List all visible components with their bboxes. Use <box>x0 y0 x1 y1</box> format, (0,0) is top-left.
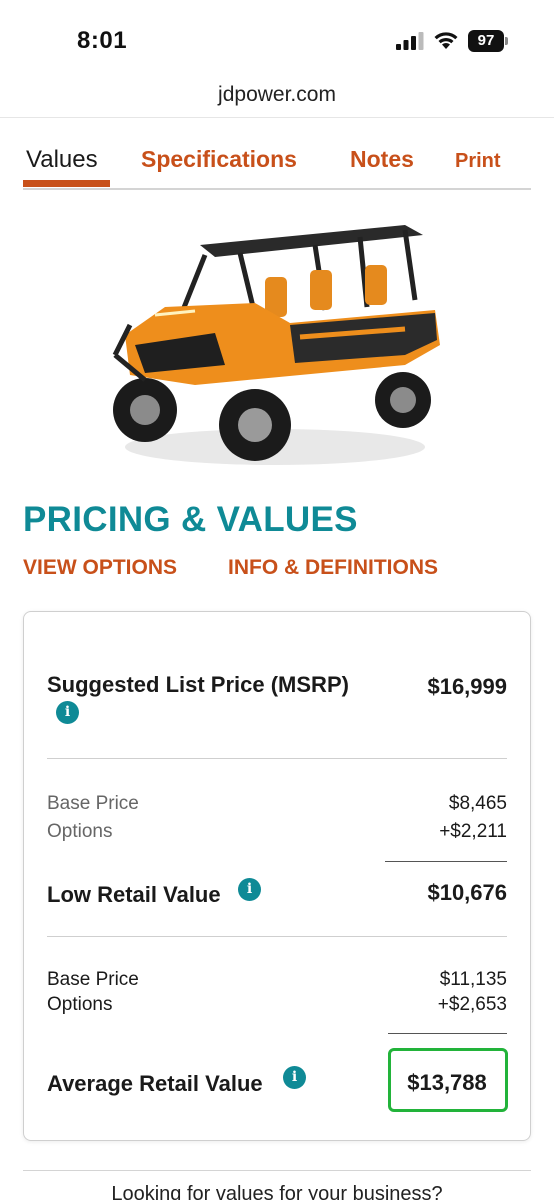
view-options-link[interactable]: VIEW OPTIONS <box>23 556 177 580</box>
subtotal-divider <box>385 861 507 862</box>
address-bar[interactable]: jdpower.com <box>0 80 554 118</box>
low-base-price-value: $8,465 <box>448 793 507 814</box>
avg-base-price-label: Base Price <box>47 969 139 990</box>
low-retail-label: Low Retail Value <box>47 882 221 907</box>
tab-print[interactable]: Print <box>455 150 501 173</box>
business-values-prompt[interactable]: Looking for values for your business? <box>0 1183 554 1200</box>
divider <box>23 1170 531 1171</box>
info-definitions-link[interactable]: INFO & DEFINITIONS <box>228 556 438 580</box>
msrp-info-icon[interactable]: i <box>56 701 79 724</box>
tab-values[interactable]: Values <box>26 146 98 174</box>
status-bar: 8:01 97 <box>0 0 554 80</box>
msrp-value: $16,999 <box>427 674 507 699</box>
clock: 8:01 <box>77 27 128 54</box>
tab-notes[interactable]: Notes <box>350 146 414 173</box>
active-tab-indicator <box>23 180 110 187</box>
low-retail-info-icon[interactable]: i <box>238 878 261 901</box>
tab-specifications[interactable]: Specifications <box>141 146 297 173</box>
avg-retail-label: Average Retail Value <box>47 1071 263 1096</box>
avg-options-value: +$2,653 <box>437 994 507 1015</box>
cellular-signal-icon <box>396 32 424 50</box>
battery-icon: 97 <box>468 30 508 52</box>
low-options-label: Options <box>47 821 113 842</box>
url-text: jdpower.com <box>218 83 336 106</box>
divider <box>47 936 507 937</box>
avg-options-label: Options <box>47 994 113 1015</box>
battery-level: 97 <box>468 30 504 52</box>
vehicle-image <box>112 225 440 465</box>
avg-base-price-value: $11,135 <box>439 969 507 990</box>
tab-bar: Values Specifications Notes Print <box>23 138 531 190</box>
avg-retail-info-icon[interactable]: i <box>283 1066 306 1089</box>
wifi-icon <box>434 32 458 49</box>
low-retail-value: $10,676 <box>427 880 507 905</box>
pricing-title: PRICING & VALUES <box>23 500 358 539</box>
msrp-label: Suggested List Price (MSRP) <box>47 672 349 697</box>
values-card: Suggested List Price (MSRP) $16,999 i Ba… <box>23 611 531 1141</box>
avg-retail-value: $13,788 <box>407 1070 487 1095</box>
low-options-value: +$2,211 <box>439 821 507 842</box>
subtotal-divider <box>388 1033 507 1034</box>
low-base-price-label: Base Price <box>47 793 139 814</box>
divider <box>47 758 507 759</box>
